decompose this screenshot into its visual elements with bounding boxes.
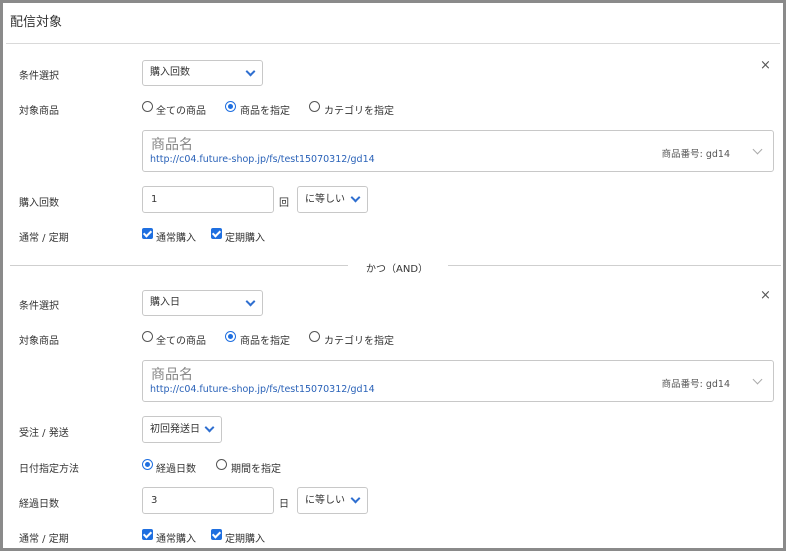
title-divider bbox=[6, 43, 780, 44]
radio-specify-category-label: カテゴリを指定 bbox=[324, 336, 394, 347]
condition-label: 条件選択 bbox=[19, 71, 59, 82]
purchase-count-input[interactable]: 1 bbox=[142, 186, 274, 213]
chevron-down-icon bbox=[350, 493, 361, 504]
count-unit: 回 bbox=[279, 198, 289, 209]
remove-condition-close-icon[interactable]: × bbox=[760, 288, 771, 303]
target-product-label: 対象商品 bbox=[19, 336, 59, 347]
product-name: 商品名 bbox=[151, 137, 193, 153]
date-method-label: 日付指定方法 bbox=[19, 464, 79, 475]
compare-select[interactable]: に等しい bbox=[297, 487, 368, 514]
radio-all-products[interactable] bbox=[142, 101, 153, 112]
radio-specify-period[interactable] bbox=[216, 459, 227, 470]
radio-specify-category[interactable] bbox=[309, 101, 320, 112]
radio-all-products[interactable] bbox=[142, 331, 153, 342]
checkbox-normal-purchase-label: 通常購入 bbox=[156, 233, 196, 244]
condition-label: 条件選択 bbox=[19, 301, 59, 312]
compare-select-value: に等しい bbox=[305, 194, 345, 205]
elapsed-days-input[interactable]: 3 bbox=[142, 487, 274, 514]
product-url-link[interactable]: http://c04.future-shop.jp/fs/test1507031… bbox=[150, 154, 375, 165]
order-shipping-select[interactable]: 初回発送日 bbox=[142, 416, 222, 443]
checkbox-subscription-purchase[interactable] bbox=[211, 228, 222, 239]
order-shipping-select-value: 初回発送日 bbox=[150, 424, 200, 435]
elapsed-days-label: 経過日数 bbox=[19, 499, 59, 510]
product-selector[interactable]: 商品名 http://c04.future-shop.jp/fs/test150… bbox=[142, 130, 774, 172]
radio-specify-period-label: 期間を指定 bbox=[231, 464, 281, 475]
condition-select-value: 購入日 bbox=[150, 297, 180, 308]
product-selector[interactable]: 商品名 http://c04.future-shop.jp/fs/test150… bbox=[142, 360, 774, 402]
and-divider-right bbox=[448, 265, 781, 266]
checkbox-subscription-purchase[interactable] bbox=[211, 529, 222, 540]
purchase-type-label: 通常 / 定期 bbox=[19, 233, 69, 244]
purchase-count-label: 購入回数 bbox=[19, 198, 59, 209]
checkbox-normal-purchase[interactable] bbox=[142, 529, 153, 540]
checkbox-normal-purchase-label: 通常購入 bbox=[156, 534, 196, 545]
radio-specify-product-label: 商品を指定 bbox=[240, 106, 290, 117]
chevron-down-icon bbox=[245, 296, 256, 307]
chevron-down-icon bbox=[752, 144, 763, 155]
radio-specify-product[interactable] bbox=[225, 101, 236, 112]
order-shipping-label: 受注 / 発送 bbox=[19, 428, 69, 439]
radio-elapsed-days-label: 経過日数 bbox=[156, 464, 196, 475]
chevron-down-icon bbox=[350, 192, 361, 203]
radio-specify-category[interactable] bbox=[309, 331, 320, 342]
purchase-type-label: 通常 / 定期 bbox=[19, 534, 69, 545]
checkbox-subscription-purchase-label: 定期購入 bbox=[225, 534, 265, 545]
radio-specify-product[interactable] bbox=[225, 331, 236, 342]
checkbox-normal-purchase[interactable] bbox=[142, 228, 153, 239]
target-product-label: 対象商品 bbox=[19, 106, 59, 117]
condition-select[interactable]: 購入日 bbox=[142, 290, 263, 316]
window-frame: 配信対象 条件選択 購入回数 × 対象商品 全ての商品 商品を指定 カテゴリを指… bbox=[0, 0, 786, 551]
compare-select[interactable]: に等しい bbox=[297, 186, 368, 213]
product-name: 商品名 bbox=[151, 367, 193, 383]
chevron-down-icon bbox=[245, 66, 256, 77]
product-number: 商品番号: gd14 bbox=[661, 149, 730, 160]
condition-select[interactable]: 購入回数 bbox=[142, 60, 263, 86]
radio-elapsed-days[interactable] bbox=[142, 459, 153, 470]
chevron-down-icon bbox=[752, 374, 763, 385]
days-unit: 日 bbox=[279, 499, 289, 510]
radio-specify-category-label: カテゴリを指定 bbox=[324, 106, 394, 117]
radio-all-products-label: 全ての商品 bbox=[156, 106, 206, 117]
remove-condition-close-icon[interactable]: × bbox=[760, 58, 771, 73]
condition-select-value: 購入回数 bbox=[150, 67, 190, 78]
checkbox-subscription-purchase-label: 定期購入 bbox=[225, 233, 265, 244]
and-divider-left bbox=[10, 265, 348, 266]
product-url-link[interactable]: http://c04.future-shop.jp/fs/test1507031… bbox=[150, 384, 375, 395]
product-number: 商品番号: gd14 bbox=[661, 379, 730, 390]
radio-all-products-label: 全ての商品 bbox=[156, 336, 206, 347]
page-title: 配信対象 bbox=[10, 15, 63, 30]
chevron-down-icon bbox=[204, 422, 215, 433]
compare-select-value: に等しい bbox=[305, 495, 345, 506]
radio-specify-product-label: 商品を指定 bbox=[240, 336, 290, 347]
and-label: かつ（AND） bbox=[366, 264, 429, 275]
